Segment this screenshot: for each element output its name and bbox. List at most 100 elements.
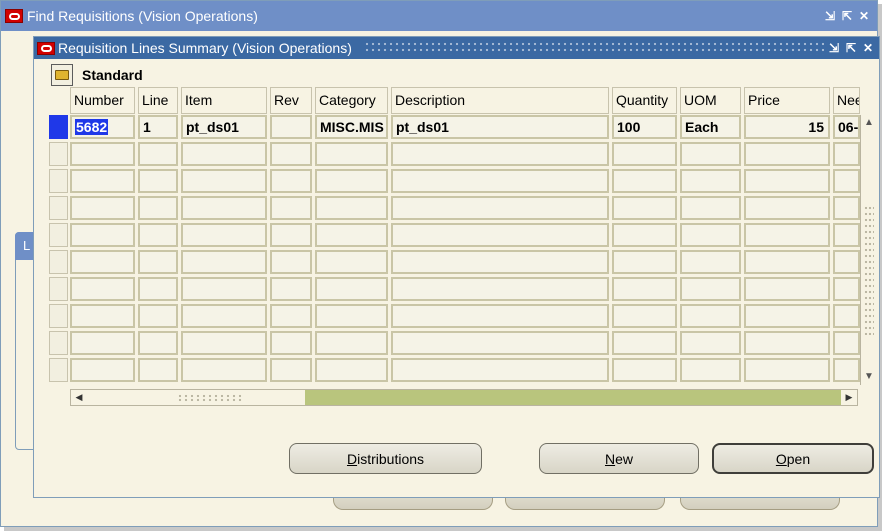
cell-rev[interactable] bbox=[270, 169, 312, 193]
cell-description[interactable] bbox=[391, 196, 609, 220]
cell-description[interactable] bbox=[391, 331, 609, 355]
cell-description[interactable] bbox=[391, 277, 609, 301]
cell-category[interactable] bbox=[315, 358, 388, 382]
cell-category[interactable]: MISC.MIS bbox=[315, 115, 388, 139]
cell-description[interactable]: pt_ds01 bbox=[391, 115, 609, 139]
cell-item[interactable] bbox=[181, 250, 267, 274]
cell-price[interactable] bbox=[744, 304, 830, 328]
cell-uom[interactable] bbox=[680, 304, 741, 328]
cell-line[interactable] bbox=[138, 169, 178, 193]
maximize-icon[interactable]: ⇱ bbox=[840, 8, 854, 24]
close-icon[interactable]: ✕ bbox=[861, 40, 875, 56]
cell-price[interactable] bbox=[744, 223, 830, 247]
minimize-icon[interactable]: ⇲ bbox=[823, 8, 837, 24]
cell-price[interactable] bbox=[744, 142, 830, 166]
cell-need-by[interactable] bbox=[833, 277, 860, 301]
cell-line[interactable] bbox=[138, 358, 178, 382]
cell-category[interactable] bbox=[315, 304, 388, 328]
cell-rev[interactable] bbox=[270, 277, 312, 301]
cell-quantity[interactable] bbox=[612, 223, 677, 247]
row-selector[interactable] bbox=[49, 331, 68, 355]
horizontal-scroll-thumb[interactable] bbox=[87, 390, 305, 405]
outer-titlebar[interactable]: Find Requisitions (Vision Operations) ⇲ … bbox=[1, 1, 877, 31]
cell-quantity[interactable] bbox=[612, 331, 677, 355]
cell-quantity[interactable] bbox=[612, 304, 677, 328]
column-header-description[interactable]: Description bbox=[391, 87, 609, 114]
cell-need-by[interactable] bbox=[833, 358, 860, 382]
cell-price[interactable] bbox=[744, 331, 830, 355]
column-header-price[interactable]: Price bbox=[744, 87, 830, 114]
cell-line[interactable] bbox=[138, 223, 178, 247]
cell-number[interactable] bbox=[70, 250, 135, 274]
row-selector[interactable] bbox=[49, 142, 68, 166]
row-selector[interactable] bbox=[49, 358, 68, 382]
cell-price[interactable] bbox=[744, 277, 830, 301]
cell-uom[interactable] bbox=[680, 250, 741, 274]
scroll-left-icon[interactable]: ◀ bbox=[71, 390, 87, 405]
minimize-icon[interactable]: ⇲ bbox=[827, 40, 841, 56]
cell-need-by[interactable] bbox=[833, 196, 860, 220]
cell-rev[interactable] bbox=[270, 331, 312, 355]
cell-description[interactable] bbox=[391, 223, 609, 247]
cell-line[interactable] bbox=[138, 142, 178, 166]
cell-uom[interactable] bbox=[680, 277, 741, 301]
row-selector[interactable] bbox=[49, 304, 68, 328]
cell-category[interactable] bbox=[315, 250, 388, 274]
cell-number[interactable] bbox=[70, 304, 135, 328]
cell-need-by[interactable] bbox=[833, 223, 860, 247]
cell-number[interactable] bbox=[70, 196, 135, 220]
cell-line[interactable] bbox=[138, 304, 178, 328]
cell-number[interactable]: 5682 bbox=[70, 115, 135, 139]
cell-quantity[interactable] bbox=[612, 250, 677, 274]
cell-need-by[interactable] bbox=[833, 304, 860, 328]
cell-uom[interactable] bbox=[680, 223, 741, 247]
cell-price[interactable]: 15 bbox=[744, 115, 830, 139]
cell-item[interactable] bbox=[181, 277, 267, 301]
cell-uom[interactable] bbox=[680, 169, 741, 193]
cell-need-by[interactable]: 06- bbox=[833, 115, 860, 139]
cell-number[interactable] bbox=[70, 277, 135, 301]
cell-item[interactable] bbox=[181, 304, 267, 328]
column-header-uom[interactable]: UOM bbox=[680, 87, 741, 114]
row-selector[interactable] bbox=[49, 223, 68, 247]
row-selector[interactable] bbox=[49, 250, 68, 274]
cell-item[interactable] bbox=[181, 196, 267, 220]
cell-uom[interactable] bbox=[680, 196, 741, 220]
cell-price[interactable] bbox=[744, 358, 830, 382]
cell-uom[interactable] bbox=[680, 142, 741, 166]
cell-rev[interactable] bbox=[270, 196, 312, 220]
cell-description[interactable] bbox=[391, 358, 609, 382]
cell-need-by[interactable] bbox=[833, 250, 860, 274]
close-icon[interactable]: ✕ bbox=[857, 8, 871, 24]
distributions-button[interactable]: Distributions bbox=[289, 443, 482, 474]
cell-description[interactable] bbox=[391, 304, 609, 328]
column-header-line[interactable]: Line bbox=[138, 87, 178, 114]
column-header-quantity[interactable]: Quantity bbox=[612, 87, 677, 114]
column-header-item[interactable]: Item bbox=[181, 87, 267, 114]
cell-number[interactable] bbox=[70, 142, 135, 166]
cell-number[interactable] bbox=[70, 169, 135, 193]
column-header-rev[interactable]: Rev bbox=[270, 87, 312, 114]
open-folder-icon[interactable] bbox=[51, 64, 73, 86]
cell-line[interactable] bbox=[138, 196, 178, 220]
cell-category[interactable] bbox=[315, 277, 388, 301]
cell-rev[interactable] bbox=[270, 223, 312, 247]
cell-category[interactable] bbox=[315, 169, 388, 193]
cell-category[interactable] bbox=[315, 223, 388, 247]
cell-quantity[interactable] bbox=[612, 196, 677, 220]
cell-quantity[interactable] bbox=[612, 277, 677, 301]
cell-rev[interactable] bbox=[270, 304, 312, 328]
vertical-scrollbar[interactable]: ▲ ▼ bbox=[860, 115, 877, 385]
cell-line[interactable] bbox=[138, 331, 178, 355]
cell-number[interactable] bbox=[70, 331, 135, 355]
cell-category[interactable] bbox=[315, 142, 388, 166]
cell-category[interactable] bbox=[315, 196, 388, 220]
new-button[interactable]: New bbox=[539, 443, 699, 474]
maximize-icon[interactable]: ⇱ bbox=[844, 40, 858, 56]
cell-line[interactable] bbox=[138, 250, 178, 274]
horizontal-scrollbar[interactable]: ◀ ▶ bbox=[70, 389, 858, 406]
cell-price[interactable] bbox=[744, 250, 830, 274]
cell-uom[interactable] bbox=[680, 358, 741, 382]
cell-category[interactable] bbox=[315, 331, 388, 355]
column-header-category[interactable]: Category bbox=[315, 87, 388, 114]
